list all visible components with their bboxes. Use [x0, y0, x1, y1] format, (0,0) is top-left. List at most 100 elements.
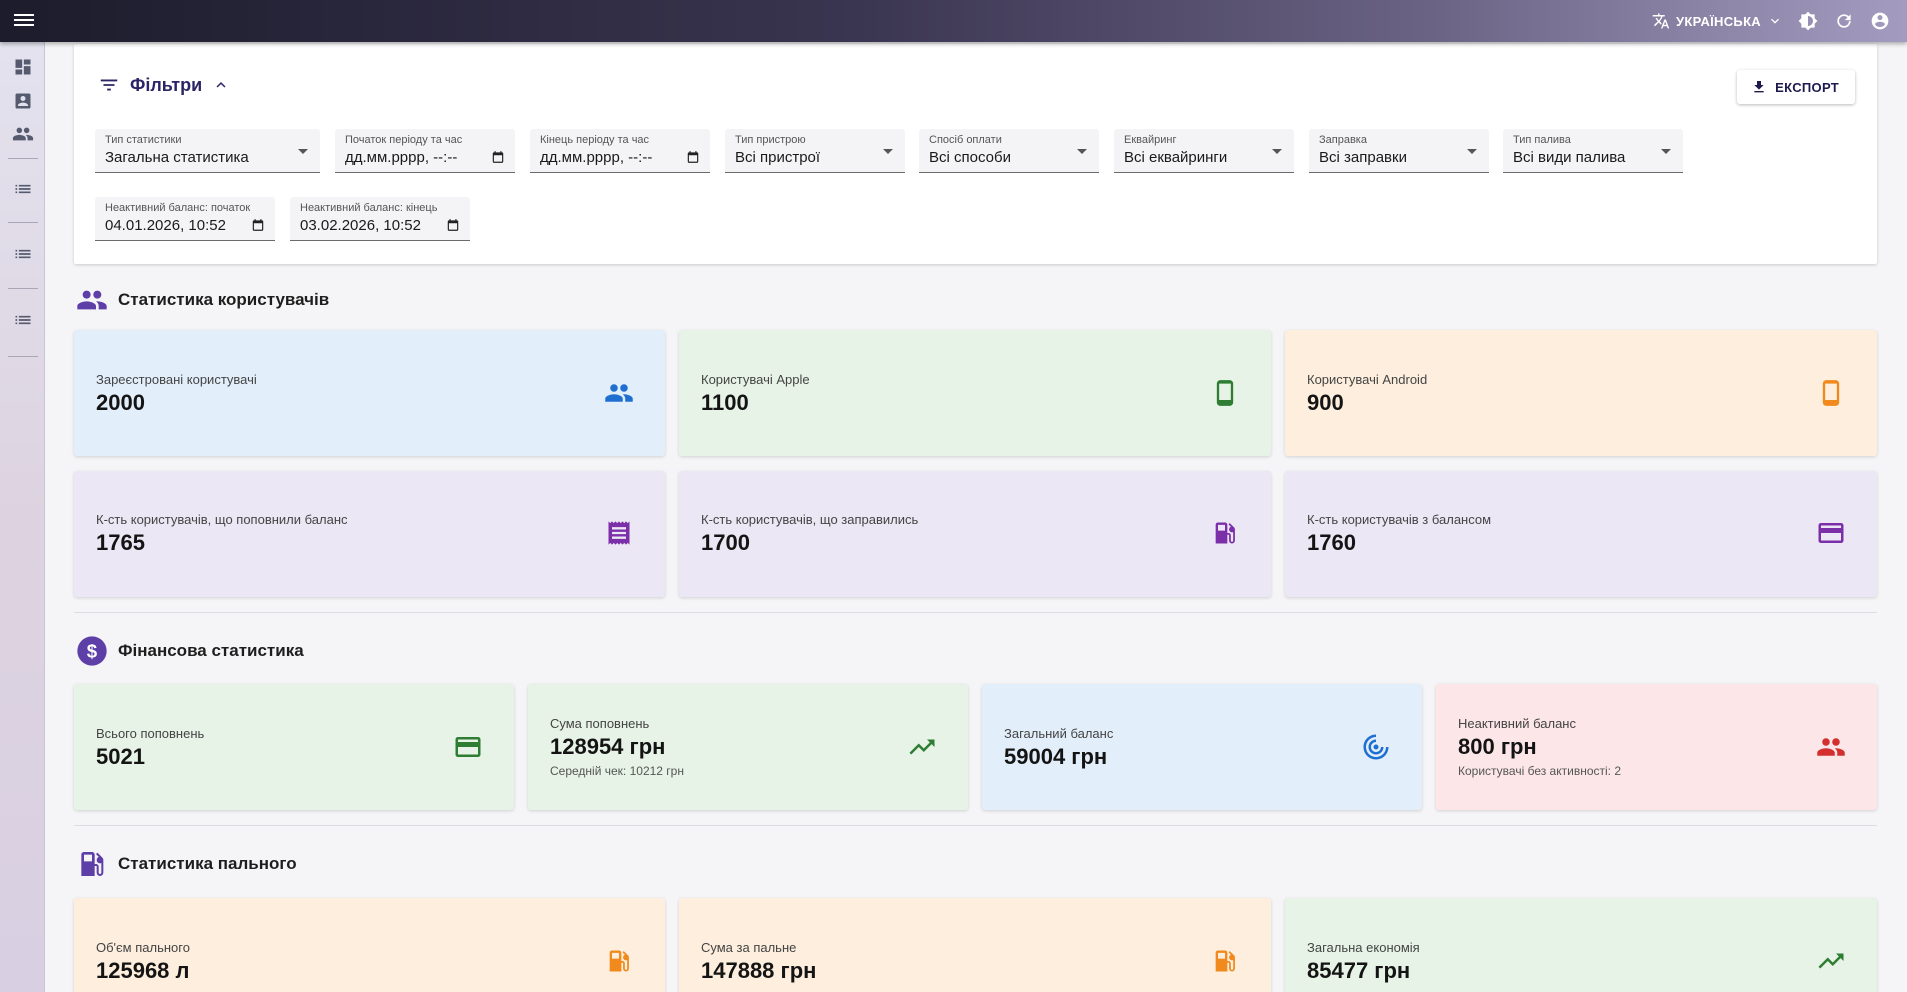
sidebar-item-list-1[interactable] [10, 176, 35, 201]
stat-card-android-users: Користувачі Android 900 [1285, 330, 1877, 456]
users-icon [12, 127, 33, 140]
dashboard-icon [15, 59, 30, 74]
field-value: Загальна статистика [105, 149, 249, 166]
top-app-bar: УКРАЇНСЬКА [0, 0, 1907, 42]
dropdown-arrow-icon [1661, 149, 1671, 154]
fuel-icon [603, 945, 635, 977]
target-icon [1360, 731, 1392, 763]
station-select[interactable]: Заправка Всі заправки [1309, 129, 1489, 173]
users-icon [77, 290, 107, 310]
section-divider [74, 825, 1877, 826]
field-value: Всі види палива [1513, 149, 1626, 166]
stat-card-fuel-volume: Об'єм пального 125968 л [74, 898, 665, 992]
users-icon [603, 377, 635, 409]
field-label: Тип статистики [105, 134, 182, 146]
card-label: Загальна економія [1307, 940, 1420, 955]
field-label: Заправка [1319, 134, 1367, 146]
sidebar-item-dashboard[interactable] [10, 54, 35, 79]
stat-card-fuel-sum: Сума за пальне 147888 грн [679, 898, 1271, 992]
menu-icon[interactable] [14, 11, 34, 31]
trending-up-icon [906, 731, 938, 763]
field-label: Кінець періоду та час [540, 134, 650, 146]
stat-card-total-savings: Загальна економія 85477 грн [1285, 898, 1877, 992]
field-value: дд.мм.рррр, --:-- [345, 149, 458, 166]
receipt-icon [603, 517, 635, 549]
card-label: Користувачі Apple [701, 372, 810, 387]
card-label: Всього поповнень [96, 726, 205, 741]
sidebar-item-list-3[interactable] [10, 307, 35, 332]
field-label: Тип пристрою [735, 134, 806, 146]
card-icon [1815, 517, 1847, 549]
payment-method-select[interactable]: Спосіб оплати Всі способи [919, 129, 1099, 173]
field-label: Неактивний баланс: початок [105, 202, 251, 214]
card-value: 1765 [96, 530, 145, 555]
stat-card-users-with-balance: К-сть користувачів з балансом 1760 [1285, 471, 1877, 597]
sidebar-divider [8, 356, 38, 357]
topbar-actions: УКРАЇНСЬКА [1652, 0, 1891, 42]
card-value: 85477 грн [1307, 958, 1411, 983]
stat-card-refueled-users: К-сть користувачів, що заправились 1700 [679, 471, 1271, 597]
sidebar-divider [8, 222, 38, 223]
inactive-balance-start-input[interactable]: Неактивний баланс: початок 04.01.2026, 1… [95, 197, 275, 241]
theme-icon[interactable] [1797, 10, 1819, 32]
chevron-down-icon [1767, 13, 1783, 29]
stat-card-topped-up-users: К-сть користувачів, що поповнили баланс … [74, 471, 665, 597]
fuel-icon [1209, 945, 1241, 977]
dollar-icon: $ [77, 636, 107, 666]
card-value: 900 [1307, 390, 1344, 415]
section-title: Статистика користувачів [118, 290, 330, 309]
period-start-input[interactable]: Початок періоду та час дд.мм.рррр, --:-- [335, 129, 515, 173]
translate-icon [1652, 12, 1670, 30]
card-value: 1760 [1307, 530, 1356, 555]
dropdown-arrow-icon [1467, 149, 1477, 154]
phone-icon [1209, 377, 1241, 409]
calendar-icon[interactable] [446, 218, 460, 232]
phone-icon [1815, 377, 1847, 409]
card-label: Зареєстровані користувачі [96, 372, 257, 387]
sidebar-item-users[interactable] [10, 121, 35, 146]
period-end-input[interactable]: Кінець періоду та час дд.мм.рррр, --:-- [530, 129, 710, 173]
field-value: 04.01.2026, 10:52 [105, 217, 226, 234]
sidebar-item-contacts[interactable] [10, 88, 35, 113]
account-icon[interactable] [1869, 10, 1891, 32]
stat-card-apple-users: Користувачі Apple 1100 [679, 330, 1271, 456]
dropdown-arrow-icon [883, 149, 893, 154]
export-button[interactable]: ЕКСПОРТ [1737, 70, 1855, 104]
users-section-header: Статистика користувачів [76, 284, 329, 316]
stat-card-registered-users: Зареєстровані користувачі 2000 [74, 330, 665, 456]
dropdown-arrow-icon [1077, 149, 1087, 154]
card-value: 800 грн [1458, 734, 1537, 759]
calendar-icon[interactable] [686, 150, 700, 164]
dropdown-arrow-icon [1272, 149, 1282, 154]
section-divider [74, 612, 1877, 613]
card-subtext: Користувачі без активності: 2 [1458, 764, 1621, 778]
refresh-icon[interactable] [1833, 10, 1855, 32]
card-value: 128954 грн [550, 734, 666, 759]
field-label: Неактивний баланс: кінець [300, 202, 438, 214]
stat-card-topup-sum: Сума поповнень 128954 грн Середній чек: … [528, 684, 968, 810]
sidebar [0, 42, 45, 992]
field-label: Еквайринг [1124, 134, 1177, 146]
field-value: Всі заправки [1319, 149, 1407, 166]
download-icon [1754, 81, 1764, 93]
sidebar-item-list-2[interactable] [10, 241, 35, 266]
calendar-icon[interactable] [491, 150, 505, 164]
card-value: 2000 [96, 390, 145, 415]
stat-type-select[interactable]: Тип статистики Загальна статистика [95, 129, 320, 173]
field-label: Спосіб оплати [929, 134, 1002, 146]
calendar-icon[interactable] [251, 218, 265, 232]
field-value: Всі еквайринги [1124, 149, 1228, 166]
card-label: Сума за пальне [701, 940, 797, 955]
fuel-type-select[interactable]: Тип палива Всі види палива [1503, 129, 1683, 173]
card-value: 147888 грн [701, 958, 817, 983]
card-value: 125968 л [96, 958, 190, 983]
language-selector[interactable]: УКРАЇНСЬКА [1652, 12, 1783, 30]
stat-card-inactive-balance: Неактивний баланс 800 грн Користувачі бе… [1436, 684, 1877, 810]
field-value: 03.02.2026, 10:52 [300, 217, 421, 234]
device-type-select[interactable]: Тип пристрою Всі пристрої [725, 129, 905, 173]
card-label: Об'єм пального [96, 940, 190, 955]
acquiring-select[interactable]: Еквайринг Всі еквайринги [1114, 129, 1294, 173]
inactive-balance-end-input[interactable]: Неактивний баланс: кінець 03.02.2026, 10… [290, 197, 470, 241]
section-title: Статистика пального [118, 854, 297, 873]
filters-toggle[interactable]: Фільтри [98, 74, 230, 96]
